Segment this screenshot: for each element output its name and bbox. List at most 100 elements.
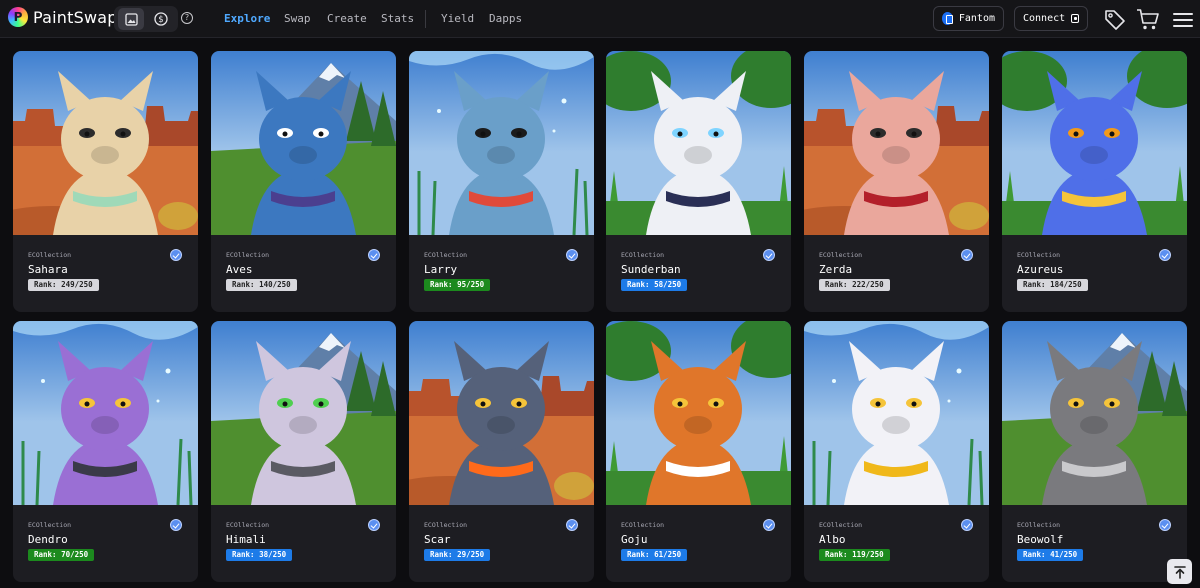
image-icon	[124, 12, 138, 26]
nft-card[interactable]: ECOllection Dendro Rank: 70/250	[13, 321, 198, 582]
nft-card-info: ECOllection Albo Rank: 119/250	[804, 505, 989, 582]
hamburger-menu-icon[interactable]	[1171, 8, 1195, 32]
dollar-coin-icon: $	[154, 12, 168, 26]
nft-image[interactable]	[211, 321, 396, 505]
nft-card[interactable]: ECOllection Sunderban Rank: 58/250	[606, 51, 791, 312]
defi-view-button[interactable]: $	[148, 8, 174, 30]
verified-badge-icon	[1159, 519, 1171, 531]
nft-name: Dendro	[28, 533, 68, 546]
verified-badge-icon	[368, 519, 380, 531]
collection-name: ECOllection	[28, 521, 72, 529]
rank-badge: Rank: 249/250	[28, 279, 99, 291]
nft-name: Beowolf	[1017, 533, 1064, 546]
rank-badge: Rank: 140/250	[226, 279, 297, 291]
nft-image[interactable]	[409, 51, 594, 235]
nft-artwork	[211, 321, 396, 505]
nft-image[interactable]	[211, 51, 396, 235]
nft-image[interactable]	[606, 51, 791, 235]
collection-name: ECOllection	[226, 521, 270, 529]
nft-card[interactable]: ECOllection Aves Rank: 140/250	[211, 51, 396, 312]
nav-create[interactable]: Create	[327, 12, 367, 25]
nft-artwork	[409, 321, 594, 505]
collection-name: ECOllection	[424, 521, 468, 529]
nft-artwork	[1002, 321, 1187, 505]
nft-card[interactable]: ECOllection Azureus Rank: 184/250	[1002, 51, 1187, 312]
nft-card[interactable]: ECOllection Albo Rank: 119/250	[804, 321, 989, 582]
nft-image[interactable]	[804, 321, 989, 505]
top-navbar: PaintSwap $ ? Explore Swap Create Stats …	[0, 0, 1200, 38]
nft-card-info: ECOllection Sahara Rank: 249/250	[13, 235, 198, 312]
nft-name: Scar	[424, 533, 451, 546]
nft-card[interactable]: ECOllection Goju Rank: 61/250	[606, 321, 791, 582]
nft-artwork	[13, 321, 198, 505]
network-label: Fantom	[958, 13, 995, 24]
nft-card[interactable]: ECOllection Scar Rank: 29/250	[409, 321, 594, 582]
nft-name: Azureus	[1017, 263, 1064, 276]
nft-card-info: ECOllection Scar Rank: 29/250	[409, 505, 594, 582]
paintswap-logo-icon	[8, 7, 28, 27]
nft-name: Sunderban	[621, 263, 681, 276]
collection-name: ECOllection	[1017, 521, 1061, 529]
nft-card[interactable]: ECOllection Larry Rank: 95/250	[409, 51, 594, 312]
nft-image[interactable]	[606, 321, 791, 505]
rank-badge: Rank: 222/250	[819, 279, 890, 291]
rank-badge: Rank: 41/250	[1017, 549, 1084, 561]
nft-artwork	[606, 321, 791, 505]
nft-image[interactable]	[1002, 51, 1187, 235]
nav-explore[interactable]: Explore	[224, 12, 270, 25]
arrow-up-to-line-icon	[1173, 565, 1186, 579]
nft-image[interactable]	[804, 51, 989, 235]
nft-view-button[interactable]	[118, 8, 144, 30]
verified-badge-icon	[170, 249, 182, 261]
brand-name: PaintSwap	[33, 7, 118, 27]
connect-label: Connect	[1023, 13, 1066, 24]
nft-card-info: ECOllection Dendro Rank: 70/250	[13, 505, 198, 582]
nft-image[interactable]	[1002, 321, 1187, 505]
nft-name: Goju	[621, 533, 648, 546]
nav-divider	[425, 10, 426, 28]
nft-image[interactable]	[13, 321, 198, 505]
rank-badge: Rank: 95/250	[424, 279, 491, 291]
nft-artwork	[606, 51, 791, 235]
nft-card[interactable]: ECOllection Beowolf Rank: 41/250	[1002, 321, 1187, 582]
rank-badge: Rank: 29/250	[424, 549, 491, 561]
collection-name: ECOllection	[819, 251, 863, 259]
verified-badge-icon	[566, 249, 578, 261]
rank-badge: Rank: 58/250	[621, 279, 688, 291]
nft-card[interactable]: ECOllection Himali Rank: 38/250	[211, 321, 396, 582]
verified-badge-icon	[566, 519, 578, 531]
rank-badge: Rank: 70/250	[28, 549, 95, 561]
rank-badge: Rank: 38/250	[226, 549, 293, 561]
view-toggle: $	[114, 6, 178, 32]
collection-name: ECOllection	[621, 521, 665, 529]
nft-image[interactable]	[13, 51, 198, 235]
nft-card-info: ECOllection Zerda Rank: 222/250	[804, 235, 989, 312]
nav-swap[interactable]: Swap	[284, 12, 311, 25]
nft-artwork	[804, 51, 989, 235]
nft-card-info: ECOllection Sunderban Rank: 58/250	[606, 235, 791, 312]
cart-icon[interactable]	[1136, 7, 1160, 31]
verified-badge-icon	[961, 249, 973, 261]
verified-badge-icon	[763, 249, 775, 261]
rank-badge: Rank: 119/250	[819, 549, 890, 561]
nav-stats[interactable]: Stats	[381, 12, 414, 25]
nft-card[interactable]: ECOllection Zerda Rank: 222/250	[804, 51, 989, 312]
collection-name: ECOllection	[424, 251, 468, 259]
brand-logo[interactable]: PaintSwap	[8, 7, 118, 27]
scroll-to-top-button[interactable]	[1167, 559, 1192, 584]
nav-yield[interactable]: Yield	[441, 12, 474, 25]
nft-card-info: ECOllection Aves Rank: 140/250	[211, 235, 396, 312]
tag-icon[interactable]	[1103, 7, 1127, 31]
connect-wallet-button[interactable]: Connect	[1014, 6, 1088, 31]
network-button[interactable]: Fantom	[933, 6, 1004, 31]
nav-dapps[interactable]: Dapps	[489, 12, 522, 25]
nft-image[interactable]	[409, 321, 594, 505]
collection-name: ECOllection	[819, 521, 863, 529]
wallet-icon	[1071, 14, 1079, 23]
nft-card[interactable]: ECOllection Sahara Rank: 249/250	[13, 51, 198, 312]
help-icon[interactable]: ?	[181, 12, 193, 24]
rank-badge: Rank: 184/250	[1017, 279, 1088, 291]
verified-badge-icon	[170, 519, 182, 531]
fantom-icon	[942, 12, 953, 25]
collection-name: ECOllection	[28, 251, 72, 259]
